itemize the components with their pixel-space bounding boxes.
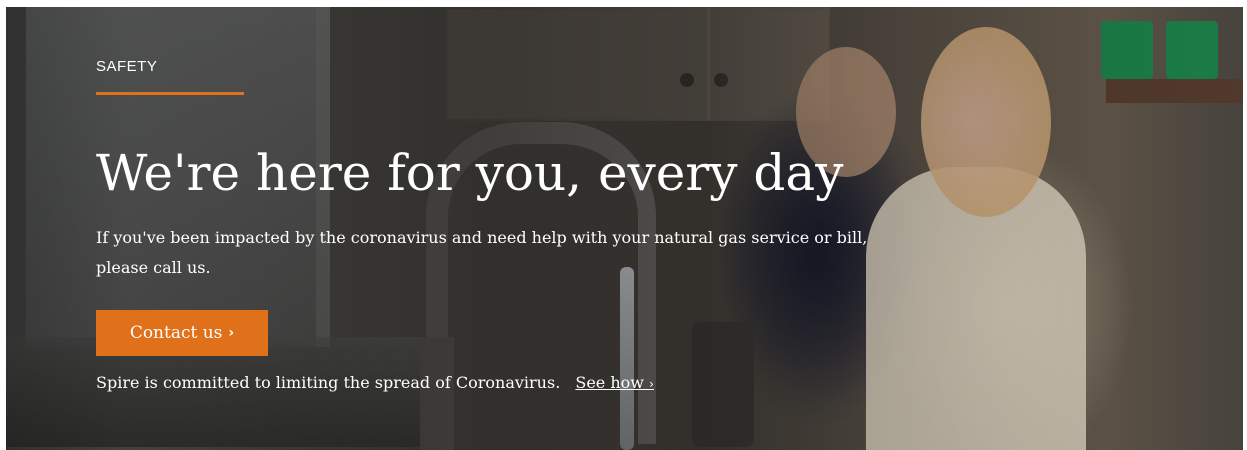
- see-how-link[interactable]: See how ›: [575, 373, 654, 392]
- chevron-right-icon: ›: [649, 377, 654, 391]
- covid-note: Spire is committed to limiting the sprea…: [96, 373, 654, 392]
- hero-lead-text: If you've been impacted by the coronavir…: [96, 228, 868, 277]
- hero-content: SAFETY We're here for you, every day If …: [96, 7, 916, 450]
- see-how-label: See how: [575, 373, 644, 392]
- accent-rule: [96, 92, 244, 95]
- contact-us-button[interactable]: Contact us ›: [96, 310, 268, 356]
- chevron-right-icon: ›: [228, 325, 235, 341]
- covid-note-text: Spire is committed to limiting the sprea…: [96, 373, 561, 392]
- hero-banner: SAFETY We're here for you, every day If …: [6, 7, 1243, 450]
- hero-headline: We're here for you, every day: [96, 144, 844, 202]
- contact-us-label: Contact us: [129, 323, 223, 343]
- eyebrow-label: SAFETY: [96, 58, 158, 75]
